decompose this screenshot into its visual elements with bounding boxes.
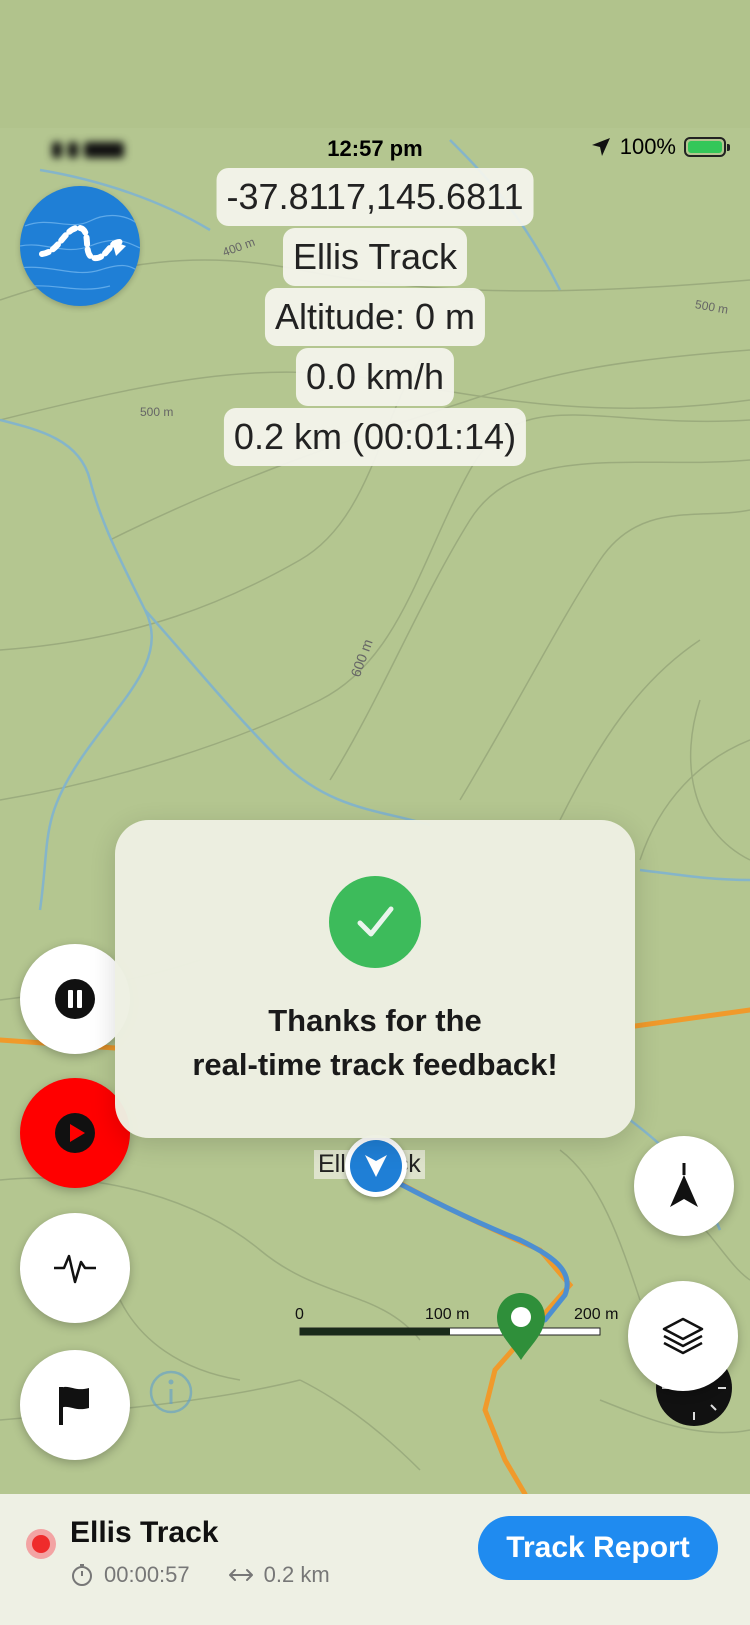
track-label-left: Ell [318, 1150, 346, 1178]
bottom-track-bar: Ellis Track 00:00:57 0.2 km Track Report [0, 1494, 750, 1625]
toast-message-line1: Thanks for the [268, 1003, 482, 1038]
coordinates-readout: -37.8117,145.6811 [216, 168, 534, 226]
pause-icon [55, 979, 95, 1019]
app-logo-button[interactable] [20, 186, 140, 306]
scale-label: 200 m [574, 1306, 619, 1323]
battery-icon [684, 137, 730, 157]
distance-arrows-icon [228, 1569, 253, 1581]
elapsed-time: 00:00:57 [104, 1562, 190, 1587]
north-orientation-button[interactable] [634, 1136, 734, 1236]
pause-button[interactable] [20, 944, 130, 1054]
track-meta: 00:00:57 0.2 km [70, 1562, 330, 1588]
record-play-button[interactable] [20, 1078, 130, 1188]
status-bar: 12:57 pm 100% [0, 130, 750, 170]
track-name-readout: Ellis Track [282, 228, 468, 286]
map-layers-button[interactable] [628, 1281, 738, 1391]
pulse-icon [54, 1254, 96, 1284]
battery-percentage: 100% [619, 134, 676, 159]
track-distance: 0.2 km [263, 1562, 330, 1587]
current-location-marker [345, 1135, 407, 1197]
flag-icon [59, 1386, 89, 1425]
contour-label: 500 m [140, 405, 174, 419]
track-report-button[interactable]: Track Report [478, 1516, 718, 1580]
activity-button[interactable] [20, 1213, 130, 1323]
status-right: 100% [590, 134, 730, 160]
speed-readout: 0.0 km/h [295, 348, 455, 406]
location-arrow-icon [591, 138, 610, 156]
heading-arrow-icon [365, 1155, 387, 1177]
recording-indicator-icon [26, 1529, 56, 1559]
altitude-readout: Altitude: 0 m [264, 288, 486, 346]
play-icon [55, 1113, 95, 1153]
layers-icon [662, 1317, 704, 1355]
north-arrow-icon [670, 1163, 698, 1207]
track-title: Ellis Track [70, 1516, 219, 1549]
toast-message-line2: real-time track feedback! [192, 1047, 558, 1082]
feedback-toast: Thanks for the real-time track feedback! [115, 820, 635, 1138]
trail-icon [20, 214, 140, 290]
scale-label: 100 m [425, 1306, 470, 1323]
waypoint-flag-button[interactable] [20, 1350, 130, 1460]
success-check-icon [329, 876, 421, 968]
distance-time-readout: 0.2 km (00:01:14) [223, 408, 527, 466]
scale-label: 0 [295, 1306, 304, 1323]
stopwatch-icon [72, 1564, 92, 1586]
